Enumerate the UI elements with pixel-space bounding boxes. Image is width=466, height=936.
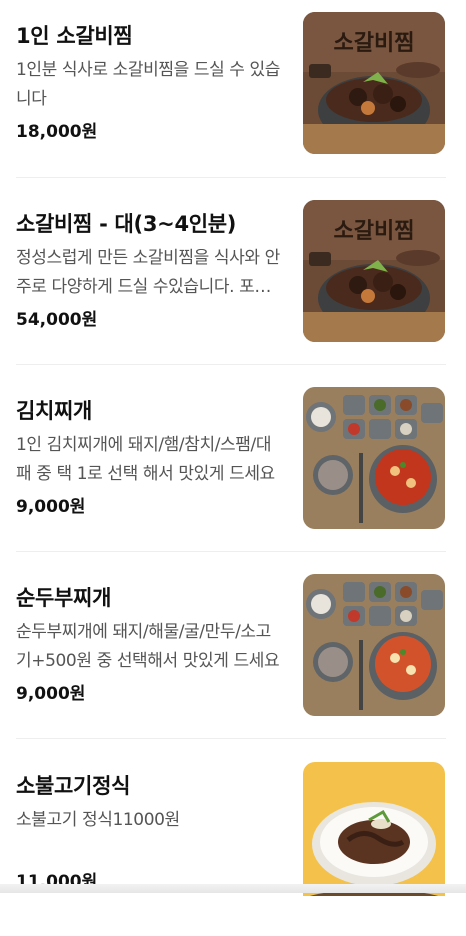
menu-item-price: 9,000원 bbox=[16, 684, 86, 704]
stew-set-photo bbox=[303, 387, 445, 529]
stew-set-photo bbox=[303, 574, 445, 716]
divider bbox=[16, 177, 446, 178]
galbijjim-photo: 소갈비찜 bbox=[303, 200, 445, 342]
divider bbox=[16, 738, 446, 739]
menu-item-name: 소갈비찜 - 대(3~4인분) bbox=[16, 212, 237, 236]
menu-item-price: 9,000원 bbox=[16, 497, 86, 517]
menu-item-photo[interactable] bbox=[303, 762, 445, 896]
menu-item-1in-galbijjim[interactable]: 1인 소갈비찜 1인분 식사로 소갈비찜을 드실 수 있습니다 18,000원 … bbox=[16, 0, 446, 186]
menu-item-photo[interactable] bbox=[303, 574, 445, 716]
menu-item-description: 순두부찌개에 돼지/해물/굴/만두/소고기+500원 중 선택해서 맛있게 드세… bbox=[16, 622, 280, 671]
menu-item-name: 순두부찌개 bbox=[16, 586, 112, 610]
menu-item-kimchi-jjigae[interactable]: 김치찌개 1인 김치찌개에 돼지/햄/참치/스팸/대패 중 택 1로 선택 해서… bbox=[16, 375, 446, 561]
bottom-edge-shadow bbox=[0, 884, 466, 893]
menu-item-photo[interactable]: 소갈비찜 bbox=[303, 200, 445, 342]
menu-item-description: 1인분 식사로 소갈비찜을 드실 수 있습니다 bbox=[16, 60, 281, 109]
menu-item-description: 소불고기 정식11000원 bbox=[16, 810, 180, 830]
poster-caption: 소갈비찜 bbox=[334, 30, 415, 56]
menu-item-name: 1인 소갈비찜 bbox=[16, 24, 133, 48]
menu-item-price: 18,000원 bbox=[16, 122, 98, 142]
menu-item-description: 1인 김치찌개에 돼지/햄/참치/스팸/대패 중 택 1로 선택 해서 맛있게 … bbox=[16, 435, 275, 484]
menu-item-galbijjim-large[interactable]: 소갈비찜 - 대(3~4인분) 정성스럽게 만든 소갈비찜을 식사와 안주로 다… bbox=[16, 188, 446, 374]
menu-item-description: 정성스럽게 만든 소갈비찜을 식사와 안주로 다양하게 드실 수있습니다. 포장… bbox=[16, 248, 280, 297]
galbijjim-photo: 소갈비찜 bbox=[303, 12, 445, 154]
menu-item-name: 김치찌개 bbox=[16, 399, 93, 423]
poster-caption: 소갈비찜 bbox=[334, 218, 415, 244]
menu-item-name: 소불고기정식 bbox=[16, 774, 131, 798]
menu-item-sundubu-jjigae[interactable]: 순두부찌개 순두부찌개에 돼지/해물/굴/만두/소고기+500원 중 선택해서 … bbox=[16, 562, 446, 748]
menu-item-photo[interactable]: 소갈비찜 bbox=[303, 12, 445, 154]
divider bbox=[16, 364, 446, 365]
menu-item-photo[interactable] bbox=[303, 387, 445, 529]
menu-item-price: 54,000원 bbox=[16, 310, 98, 330]
menu-item-bulgogi-set[interactable]: 소불고기정식 소불고기 정식11000원 11,000원 bbox=[16, 750, 446, 936]
bulgogi-plate-photo bbox=[303, 762, 445, 896]
divider bbox=[16, 551, 446, 552]
